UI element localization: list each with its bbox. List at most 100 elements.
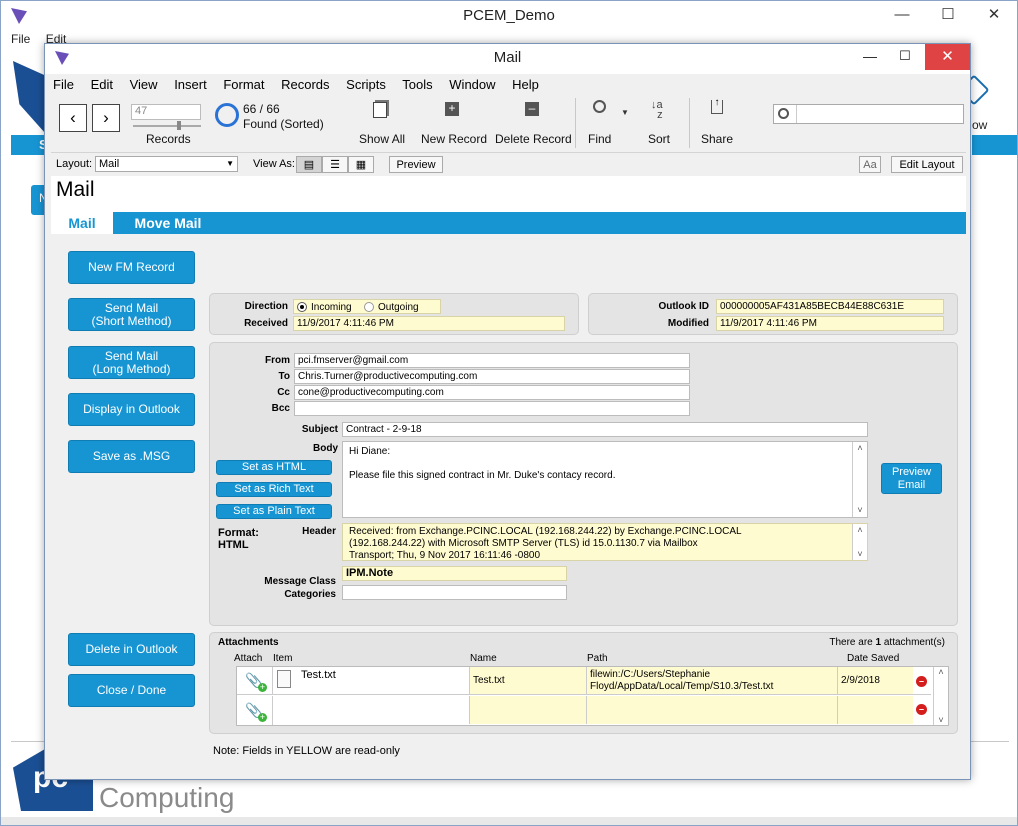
outer-menu-item[interactable]: File — [11, 32, 30, 46]
attachment-item[interactable]: Test.txt — [301, 669, 336, 681]
bcc-field[interactable] — [294, 401, 690, 416]
set-as-plain-text-button[interactable]: Set as Plain Text — [216, 504, 332, 519]
send-mail-long-button[interactable]: Send Mail (Long Method) — [68, 346, 195, 379]
find-icon[interactable] — [593, 100, 606, 113]
attach-file-icon[interactable]: 📎 + — [243, 702, 267, 722]
header-field: Received: from Exchange.PCINC.LOCAL (192… — [342, 523, 868, 561]
delete-record-button[interactable]: Delete Record — [495, 132, 572, 146]
show-all-button[interactable]: Show All — [359, 132, 405, 146]
menu-window[interactable]: Window — [449, 77, 495, 92]
set-as-rich-text-button[interactable]: Set as Rich Text — [216, 482, 332, 497]
from-label: From — [265, 355, 290, 366]
app-logo-icon — [11, 8, 27, 24]
preview-button[interactable]: Preview — [389, 156, 443, 173]
window-logo-icon — [55, 51, 69, 65]
next-record-button[interactable]: › — [92, 104, 120, 132]
delete-in-outlook-button[interactable]: Delete in Outlook — [68, 633, 195, 666]
tab-mail[interactable]: Mail — [51, 212, 113, 234]
outer-blue-bar-right — [972, 135, 1017, 155]
menu-scripts[interactable]: Scripts — [346, 77, 386, 92]
send-mail-short-button[interactable]: Send Mail (Short Method) — [68, 298, 195, 331]
header-scrollbar[interactable]: ˄ ˅ — [852, 524, 867, 560]
show-all-icon[interactable] — [373, 102, 387, 118]
found-count: 66 / 66 — [243, 102, 280, 116]
cc-label: Cc — [277, 387, 290, 398]
attach-file-icon[interactable]: 📎 + — [243, 672, 267, 692]
header-line: (192.168.244.22) with Microsoft SMTP Ser… — [349, 538, 698, 549]
header-line: Transport; Thu, 9 Nov 2017 16:11:46 -080… — [349, 550, 541, 561]
formatting-bar-button[interactable]: Aa — [859, 156, 881, 173]
sort-button[interactable]: Sort — [648, 132, 670, 146]
attachment-date-empty — [837, 696, 913, 724]
categories-field[interactable] — [342, 585, 567, 600]
menu-records[interactable]: Records — [281, 77, 329, 92]
edit-layout-button[interactable]: Edit Layout — [891, 156, 963, 173]
menu-tools[interactable]: Tools — [402, 77, 432, 92]
outgoing-radio[interactable] — [364, 302, 374, 312]
record-number-input[interactable]: 47 — [131, 104, 201, 120]
preview-email-button[interactable]: Preview Email — [881, 463, 942, 494]
attachment-count-suffix: attachment(s) — [881, 637, 945, 648]
save-as-msg-button[interactable]: Save as .MSG — [68, 440, 195, 473]
menu-file[interactable]: File — [53, 77, 74, 92]
menu-help[interactable]: Help — [512, 77, 539, 92]
remove-attachment-icon[interactable]: – — [916, 704, 927, 715]
outer-minimize-button[interactable]: — — [879, 1, 925, 31]
outer-close-button[interactable]: ✕ — [971, 1, 1017, 31]
sort-icon[interactable]: ↓a z — [651, 100, 663, 121]
mail-title-bar: Mail — ☐ ✕ — [45, 44, 970, 74]
outlook-id-panel: Outlook ID 000000005AF431A85BECB44E88C63… — [588, 293, 958, 335]
incoming-radio[interactable] — [297, 302, 307, 312]
from-field[interactable]: pci.fmserver@gmail.com — [294, 353, 690, 368]
body-field[interactable]: Hi Diane: Please file this signed contra… — [342, 441, 868, 518]
previous-record-button[interactable]: ‹ — [59, 104, 87, 132]
layout-dropdown[interactable]: Mail ▼ — [95, 156, 238, 172]
maximize-button[interactable]: ☐ — [895, 44, 915, 70]
close-done-button[interactable]: Close / Done — [68, 674, 195, 707]
layout-label: Layout: — [56, 158, 93, 170]
menu-format[interactable]: Format — [223, 77, 264, 92]
set-as-html-button[interactable]: Set as HTML — [216, 460, 332, 475]
attachment-path-empty — [586, 696, 837, 724]
share-button[interactable]: Share — [701, 132, 733, 146]
close-button[interactable]: ✕ — [925, 44, 970, 70]
modified-label: Modified — [667, 318, 709, 329]
share-icon[interactable]: ↑ — [711, 98, 723, 114]
minimize-button[interactable]: — — [860, 44, 880, 70]
bcc-label: Bcc — [271, 403, 290, 414]
new-fm-record-button[interactable]: New FM Record — [68, 251, 195, 284]
outer-maximize-button[interactable]: ☐ — [925, 1, 971, 31]
subject-field[interactable]: Contract - 2-9-18 — [342, 422, 868, 437]
find-button[interactable]: Find — [588, 132, 611, 146]
new-record-button[interactable]: New Record — [421, 132, 487, 146]
attachment-path: filewin:/C:/Users/Stephanie Floyd/AppDat… — [586, 667, 837, 694]
menu-edit[interactable]: Edit — [91, 77, 113, 92]
menu-view[interactable]: View — [130, 77, 158, 92]
body-scrollbar[interactable]: ˄ ˅ — [852, 442, 867, 517]
to-field[interactable]: Chris.Turner@productivecomputing.com — [294, 369, 690, 384]
new-record-icon[interactable]: + — [445, 102, 459, 116]
attachments-scrollbar[interactable]: ˄ ˅ — [933, 667, 948, 725]
send-mail-short-sublabel: (Short Method) — [91, 313, 172, 328]
remove-attachment-icon[interactable]: – — [916, 676, 927, 687]
preview-email-label: Preview — [891, 465, 932, 478]
attachment-path-line: filewin:/C:/Users/Stephanie — [590, 669, 711, 680]
outer-status-strip — [1, 817, 1017, 825]
view-list-button[interactable]: ☰ — [322, 156, 348, 173]
display-in-outlook-button[interactable]: Display in Outlook — [68, 393, 195, 426]
view-form-button[interactable]: ▤ — [296, 156, 322, 173]
delete-record-icon[interactable]: – — [525, 102, 539, 116]
menu-insert[interactable]: Insert — [174, 77, 207, 92]
view-table-button[interactable]: ▦ — [348, 156, 374, 173]
mail-panel: From pci.fmserver@gmail.com To Chris.Tur… — [209, 342, 958, 626]
record-slider[interactable] — [133, 125, 201, 127]
quick-find-input[interactable] — [773, 104, 964, 124]
chevron-down-icon: ▼ — [226, 159, 234, 168]
column-date-saved: Date Saved — [847, 653, 900, 664]
find-dropdown-icon[interactable]: ▼ — [621, 108, 629, 117]
cc-field[interactable]: cone@productivecomputing.com — [294, 385, 690, 400]
window-title: Mail — [493, 49, 522, 66]
tab-move-mail[interactable]: Move Mail — [113, 212, 223, 234]
outer-right-label: ow — [972, 118, 988, 132]
record-slider-handle[interactable] — [177, 121, 181, 130]
